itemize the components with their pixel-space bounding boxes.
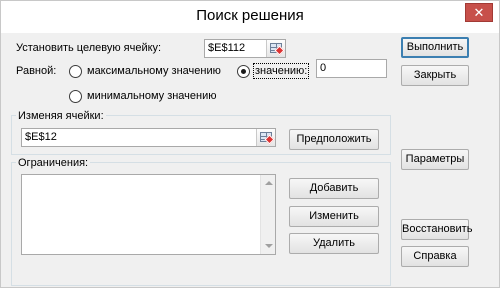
constraints-listbox[interactable] <box>21 174 276 255</box>
collapse-arrow-icon <box>274 45 285 56</box>
max-option-label[interactable]: максимальному значению <box>87 65 221 77</box>
guess-button[interactable]: Предположить <box>289 129 379 150</box>
changing-cells-value: $E$12 <box>25 131 57 143</box>
reset-button[interactable]: Восстановить <box>401 219 472 240</box>
close-button[interactable]: Закрыть <box>401 65 469 86</box>
collapse-arrow-icon <box>264 134 275 145</box>
run-button[interactable]: Выполнить <box>401 37 469 58</box>
scroll-down-icon[interactable] <box>265 244 273 248</box>
min-option-label[interactable]: минимальному значению <box>87 90 217 102</box>
target-ref-picker-icon[interactable] <box>266 40 285 57</box>
dialog-body: Установить целевую ячейку: $E$112 Равной… <box>1 33 499 287</box>
target-cell-input[interactable]: $E$112 <box>204 39 286 58</box>
change-constraint-button[interactable]: Изменить <box>289 206 379 227</box>
changing-cells-label: Изменяя ячейки: <box>16 110 106 122</box>
options-button[interactable]: Параметры <box>401 149 469 170</box>
target-cell-value: $E$112 <box>208 42 246 54</box>
value-option-label[interactable]: значению: <box>252 63 310 79</box>
value-radio[interactable] <box>237 65 250 78</box>
scroll-up-icon[interactable] <box>265 181 273 185</box>
constraints-label: Ограничения: <box>16 157 91 169</box>
changing-cells-input[interactable]: $E$12 <box>21 128 276 147</box>
min-radio[interactable] <box>69 90 82 103</box>
target-cell-label: Установить целевую ячейку: <box>16 42 162 54</box>
solver-dialog: Поиск решения ✕ Установить целевую ячейк… <box>0 0 500 288</box>
add-constraint-button[interactable]: Добавить <box>289 178 379 199</box>
changing-ref-picker-icon[interactable] <box>256 129 275 146</box>
max-radio[interactable] <box>69 65 82 78</box>
equal-to-label: Равной: <box>16 65 57 77</box>
constraints-scrollbar[interactable] <box>260 175 275 254</box>
close-window-button[interactable]: ✕ <box>465 3 493 22</box>
help-button[interactable]: Справка <box>401 246 469 267</box>
delete-constraint-button[interactable]: Удалить <box>289 233 379 254</box>
value-input[interactable]: 0 <box>316 59 387 78</box>
dialog-title: Поиск решения <box>196 7 304 24</box>
title-bar[interactable]: Поиск решения ✕ <box>1 1 499 33</box>
